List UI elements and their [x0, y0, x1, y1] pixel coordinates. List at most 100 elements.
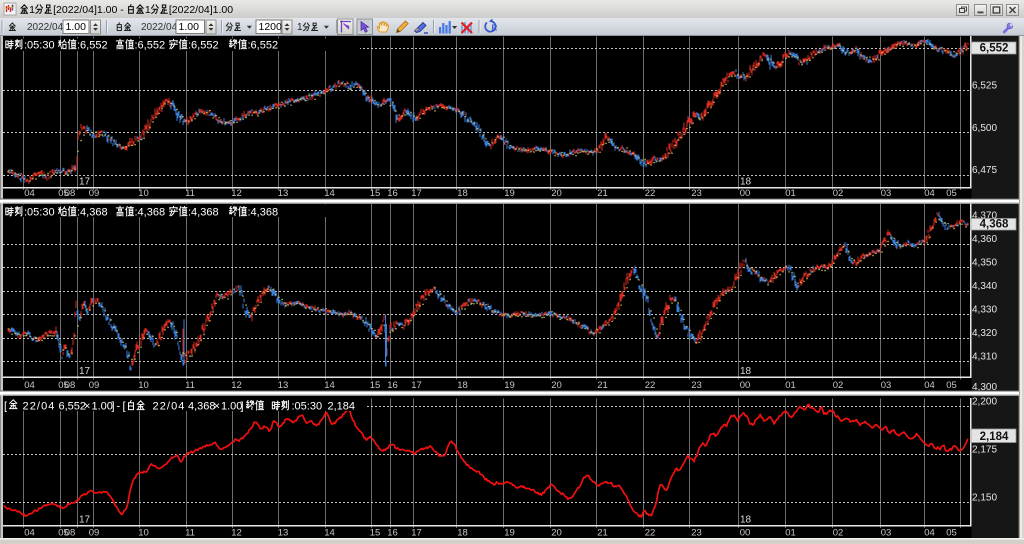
svg-text:08: 08 — [65, 380, 76, 391]
svg-text:09: 09 — [89, 380, 100, 391]
svg-text:R: R — [492, 24, 498, 33]
svg-text:1: 1 — [145, 4, 151, 16]
svg-text:14: 14 — [324, 380, 335, 391]
svg-text:02: 02 — [833, 380, 844, 391]
svg-text:14: 14 — [324, 188, 335, 199]
svg-text:16: 16 — [387, 188, 398, 199]
svg-text:[: [ — [4, 401, 7, 413]
svg-text:18: 18 — [740, 177, 752, 188]
svg-text:×: × — [214, 401, 220, 413]
svg-text:2,184: 2,184 — [328, 401, 356, 413]
svg-text:1: 1 — [297, 22, 303, 33]
svg-text:23: 23 — [691, 527, 702, 538]
svg-text:2,150: 2,150 — [972, 493, 997, 504]
svg-text:[: [ — [123, 401, 126, 413]
svg-text:18: 18 — [457, 380, 468, 391]
svg-text:01: 01 — [785, 380, 796, 391]
svg-text:17: 17 — [411, 527, 422, 538]
svg-text:2,200: 2,200 — [972, 397, 997, 408]
svg-text:19: 19 — [504, 527, 515, 538]
svg-text:03: 03 — [881, 188, 892, 199]
svg-text:04: 04 — [924, 188, 935, 199]
svg-text:6,552: 6,552 — [980, 42, 1009, 54]
svg-text:6,552: 6,552 — [59, 401, 87, 413]
svg-text:6,500: 6,500 — [972, 123, 997, 134]
svg-text:4,310: 4,310 — [972, 352, 997, 363]
svg-text:]: ] — [241, 401, 244, 413]
svg-text:17: 17 — [411, 380, 422, 391]
svg-text:11: 11 — [185, 527, 195, 538]
svg-text:[2022/04]1.00: [2022/04]1.00 — [169, 4, 233, 16]
svg-text:1: 1 — [29, 4, 35, 16]
svg-text:01: 01 — [785, 188, 796, 199]
svg-text:09: 09 — [89, 188, 100, 199]
svg-text:4,350: 4,350 — [972, 258, 997, 269]
svg-text:05: 05 — [946, 527, 957, 538]
svg-text:00: 00 — [740, 380, 751, 391]
svg-text::4,368: :4,368 — [77, 207, 108, 219]
svg-text:20: 20 — [551, 188, 562, 199]
svg-text:12: 12 — [231, 380, 242, 391]
svg-text:21: 21 — [597, 380, 608, 391]
svg-text:12: 12 — [231, 527, 242, 538]
svg-text:4,340: 4,340 — [972, 281, 997, 292]
svg-text:19: 19 — [504, 188, 515, 199]
svg-text:17: 17 — [79, 366, 91, 377]
svg-text:2022/04: 2022/04 — [27, 22, 64, 33]
svg-text:22: 22 — [645, 380, 656, 391]
svg-text:10: 10 — [138, 188, 149, 199]
svg-text:08: 08 — [65, 188, 76, 199]
svg-text::6,552: :6,552 — [248, 40, 279, 52]
svg-text:04: 04 — [24, 527, 35, 538]
svg-text:23: 23 — [691, 188, 702, 199]
svg-text:05: 05 — [946, 188, 957, 199]
svg-text:1.00: 1.00 — [221, 401, 242, 413]
svg-text:22: 22 — [645, 527, 656, 538]
svg-text:1200: 1200 — [259, 21, 283, 33]
svg-text:17: 17 — [411, 188, 422, 199]
svg-text:1.00: 1.00 — [92, 401, 113, 413]
svg-text:13: 13 — [278, 188, 289, 199]
svg-text::6,552: :6,552 — [188, 40, 219, 52]
svg-text:03: 03 — [881, 527, 892, 538]
svg-text:21: 21 — [597, 188, 608, 199]
svg-text::4,368: :4,368 — [188, 207, 219, 219]
svg-text:02: 02 — [833, 188, 844, 199]
svg-text:13: 13 — [278, 527, 289, 538]
svg-text::6,552: :6,552 — [135, 40, 166, 52]
svg-text:00: 00 — [740, 527, 751, 538]
svg-text::4,368: :4,368 — [248, 207, 279, 219]
svg-text:13: 13 — [278, 380, 289, 391]
svg-text:10: 10 — [138, 527, 149, 538]
svg-text:2022/04: 2022/04 — [141, 22, 178, 33]
svg-text:00: 00 — [740, 188, 751, 199]
svg-text:11: 11 — [185, 188, 195, 199]
svg-text:22/04: 22/04 — [153, 401, 186, 413]
svg-text:6,525: 6,525 — [972, 81, 997, 92]
svg-text:4,320: 4,320 — [972, 328, 997, 339]
svg-text::4,368: :4,368 — [135, 207, 166, 219]
svg-text:09: 09 — [89, 527, 100, 538]
svg-text:6,475: 6,475 — [972, 165, 997, 176]
svg-text:08: 08 — [65, 527, 76, 538]
svg-text:-: - — [117, 401, 121, 413]
svg-text:15: 15 — [370, 188, 381, 199]
svg-text:11: 11 — [185, 380, 195, 391]
svg-text:16: 16 — [387, 380, 398, 391]
svg-text:2,184: 2,184 — [980, 431, 1009, 443]
svg-text:16: 16 — [387, 527, 398, 538]
svg-text:18: 18 — [740, 366, 752, 377]
svg-text:20: 20 — [551, 380, 562, 391]
svg-text::05:30: :05:30 — [24, 40, 55, 52]
svg-text:17: 17 — [79, 515, 91, 526]
svg-text:02: 02 — [833, 527, 844, 538]
svg-text:1.00: 1.00 — [179, 21, 200, 33]
svg-text:04: 04 — [924, 380, 935, 391]
svg-text:×: × — [84, 401, 90, 413]
svg-text:04: 04 — [24, 188, 35, 199]
svg-text:04: 04 — [24, 380, 35, 391]
svg-text::6,552: :6,552 — [77, 40, 108, 52]
svg-text:22/04: 22/04 — [23, 401, 56, 413]
svg-text:04: 04 — [924, 527, 935, 538]
svg-text::05:30: :05:30 — [24, 207, 55, 219]
